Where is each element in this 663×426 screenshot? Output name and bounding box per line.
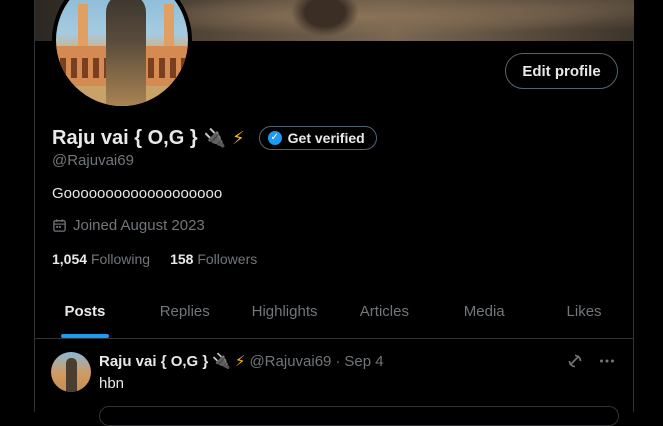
tab-highlights-label: Highlights: [251, 303, 318, 320]
post-avatar[interactable]: [51, 352, 91, 392]
more-icon[interactable]: [598, 352, 616, 370]
following-link[interactable]: 1,054 Following: [52, 251, 150, 267]
post-author-handle[interactable]: @Rajuvai69: [249, 353, 331, 370]
post-separator: ·: [335, 352, 341, 370]
post-author-name[interactable]: Raju vai { O,G }: [99, 353, 208, 370]
profile-column: Edit profile Raju vai { O,G } 🔌 ⚡ ✓ Get …: [34, 0, 634, 426]
display-name: Raju vai { O,G }: [52, 126, 198, 149]
post-lightning-emoji: ⚡: [234, 353, 246, 370]
plug-emoji: 🔌: [203, 128, 227, 148]
tab-posts[interactable]: Posts: [35, 285, 135, 338]
avatar-figure: [106, 0, 146, 106]
post-plug-emoji: 🔌: [212, 353, 231, 370]
tab-posts-label: Posts: [64, 303, 106, 320]
followers-count: 158: [170, 251, 194, 267]
get-verified-label: Get verified: [287, 130, 365, 146]
tab-articles[interactable]: Articles: [334, 285, 434, 338]
lightning-emoji: ⚡: [232, 128, 245, 148]
post-text: hbn: [99, 375, 125, 392]
post-avatar-figure: [66, 358, 77, 392]
get-verified-button[interactable]: ✓ Get verified: [258, 126, 377, 150]
joined-date: Joined August 2023: [52, 217, 205, 234]
post-header: Raju vai { O,G } 🔌 ⚡ @Rajuvai69 · Sep 4: [99, 352, 384, 371]
tab-likes-label: Likes: [566, 303, 602, 320]
calendar-icon: [53, 219, 66, 232]
tab-articles-label: Articles: [359, 303, 409, 320]
name-row: Raju vai { O,G } 🔌 ⚡ ✓ Get verified: [52, 124, 377, 152]
post-date[interactable]: Sep 4: [344, 353, 383, 370]
verified-badge-icon: ✓: [267, 131, 282, 145]
profile-handle: @Rajuvai69: [52, 152, 134, 169]
profile-stats: 1,054 Following 158 Followers: [52, 251, 257, 267]
following-count: 1,054: [52, 251, 88, 267]
tab-media-label: Media: [463, 303, 505, 320]
following-label: Following: [90, 251, 151, 267]
edit-profile-button[interactable]: Edit profile: [505, 53, 618, 89]
joined-label: Joined August 2023: [73, 217, 205, 234]
tab-replies[interactable]: Replies: [135, 285, 235, 338]
profile-bio: Gooooooooooooooooooo: [52, 185, 223, 202]
profile-tabs: Posts Replies Highlights Articles Media …: [35, 285, 634, 339]
tab-replies-label: Replies: [159, 303, 210, 320]
tab-likes[interactable]: Likes: [534, 285, 634, 338]
post-actions: [566, 352, 616, 370]
banner-figure: [285, 0, 365, 41]
tab-highlights[interactable]: Highlights: [235, 285, 335, 338]
tab-media[interactable]: Media: [434, 285, 534, 338]
profile-avatar[interactable]: [52, 0, 192, 110]
followers-link[interactable]: 158 Followers: [170, 251, 257, 267]
post-item[interactable]: Raju vai { O,G } 🔌 ⚡ @Rajuvai69 · Sep 4 …: [35, 340, 634, 426]
followers-label: Followers: [197, 251, 258, 267]
active-tab-indicator: [60, 334, 109, 338]
embedded-media-box[interactable]: [99, 406, 619, 426]
grok-icon[interactable]: [566, 352, 584, 370]
